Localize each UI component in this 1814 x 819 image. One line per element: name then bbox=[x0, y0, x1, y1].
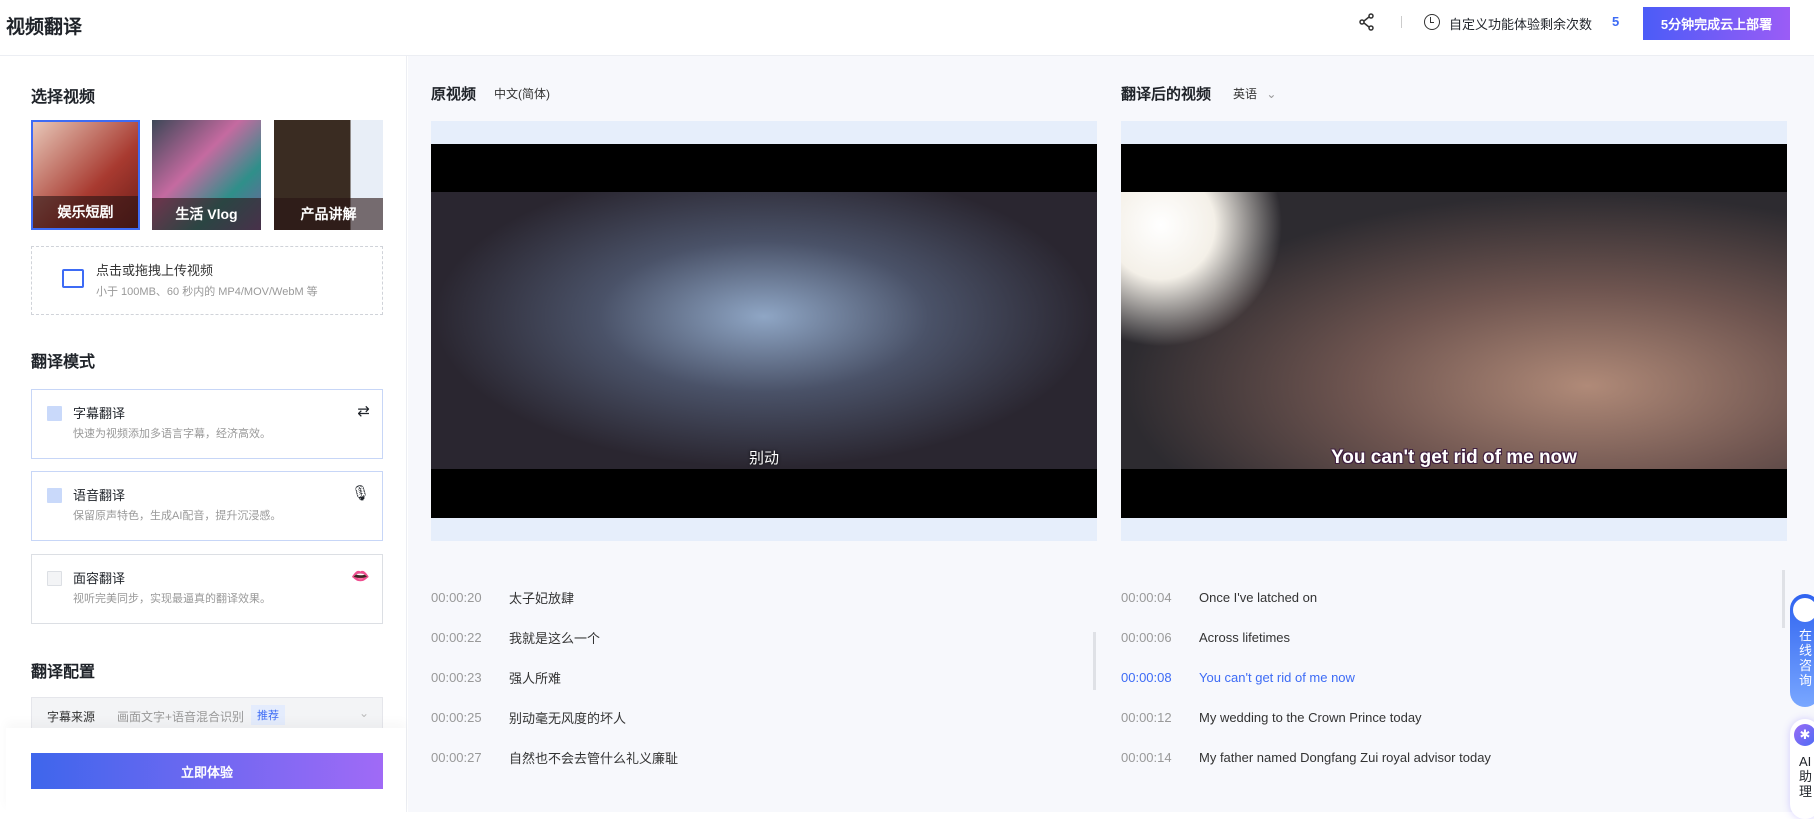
target-language-select[interactable]: 英语 ⌄ bbox=[1233, 85, 1276, 102]
thumbnail-product[interactable]: 产品讲解 bbox=[274, 120, 383, 230]
try-now-button[interactable]: 立即体验 bbox=[31, 753, 383, 789]
subtitle-row-active[interactable]: 00:00:08 You can't get rid of me now bbox=[1121, 657, 1741, 697]
microphone-icon: 🎙 bbox=[350, 485, 370, 502]
subtitle-text: 自然也不会去管什么礼义廉耻 bbox=[509, 750, 679, 766]
timestamp: 00:00:12 bbox=[1121, 709, 1172, 725]
upload-hint: 小于 100MB、60 秒内的 MP4/MOV/WebM 等 bbox=[96, 286, 318, 298]
timestamp: 00:00:14 bbox=[1121, 749, 1172, 765]
checkbox[interactable] bbox=[47, 571, 62, 586]
subtitle-text: 别动毫无风度的坏人 bbox=[509, 710, 627, 726]
left-panel: 选择视频 娱乐短剧 生活 Vlog 产品讲解 点击或拖拽上传视频 小于 100M… bbox=[6, 56, 407, 812]
translated-subtitle-list: 00:00:04 Once I've latched on 00:00:06 Acr… bbox=[1121, 577, 1741, 777]
ai-assistant-button[interactable]: ✱ AI助理 bbox=[1790, 719, 1814, 819]
video-subtitle: 别动 bbox=[748, 450, 779, 467]
subtitle-row[interactable]: 00:00:12 My wedding to the Crown Prince t… bbox=[1121, 697, 1741, 737]
original-title: 原视频 bbox=[431, 86, 477, 103]
scrollbar[interactable] bbox=[1093, 632, 1096, 690]
deploy-button[interactable]: 5分钟完成云上部署 bbox=[1643, 7, 1790, 40]
subtitle-row[interactable]: 00:00:25 别动毫无风度的坏人 bbox=[431, 697, 991, 737]
subtitle-text: 强人所难 bbox=[509, 670, 562, 686]
video-frame bbox=[431, 192, 1097, 469]
mode-desc: 保留原声特色，生成AI配音，提升沉浸感。 bbox=[73, 510, 282, 522]
sparkle-icon: ✱ bbox=[1794, 724, 1814, 746]
mode-name: 面容翻译 bbox=[73, 571, 126, 586]
mode-card-voice[interactable]: 语音翻译 保留原声特色，生成AI配音，提升沉浸感。 🎙 bbox=[31, 471, 383, 541]
subtitle-text: You can't get rid of me now bbox=[1199, 669, 1355, 685]
subtitle-row[interactable]: 00:00:20 太子妃放肆 bbox=[431, 577, 991, 617]
subtitle-row[interactable]: 00:00:14 My father named Dongfang Zui roy… bbox=[1121, 737, 1741, 777]
header: 视频翻译 自定义功能体验剩余次数 5 5分钟完成云上部署 bbox=[0, 0, 1814, 56]
video-frame bbox=[1121, 192, 1787, 469]
timestamp: 00:00:22 bbox=[431, 629, 482, 645]
thumbnail-label: 生活 Vlog bbox=[152, 198, 261, 230]
translated-title: 翻译后的视频 bbox=[1121, 86, 1212, 103]
original-subtitle-list: 00:00:20 太子妃放肆 00:00:22 我就是这么一个 00:00:23 强人… bbox=[431, 577, 991, 777]
avatar bbox=[1793, 598, 1814, 622]
mode-desc: 快速为视频添加多语言字幕，经济高效。 bbox=[73, 428, 271, 440]
clock-icon bbox=[1424, 14, 1440, 30]
select-video-title: 选择视频 bbox=[31, 89, 96, 106]
subtitle-text: 我就是这么一个 bbox=[509, 630, 601, 646]
quota-count: 5 bbox=[1612, 14, 1620, 29]
upload-dropzone[interactable]: 点击或拖拽上传视频 小于 100MB、60 秒内的 MP4/MOV/WebM 等 bbox=[31, 246, 383, 315]
mode-name: 字幕翻译 bbox=[73, 406, 126, 421]
timestamp: 00:00:23 bbox=[431, 669, 482, 685]
mode-card-face[interactable]: 面容翻译 视听完美同步，实现最逼真的翻译效果。 👄 bbox=[31, 554, 383, 624]
share-icon[interactable] bbox=[1358, 13, 1376, 31]
consult-label: 在线咨询 bbox=[1799, 628, 1813, 688]
recommend-badge: 推荐 bbox=[251, 705, 285, 725]
online-consult-button[interactable]: 在线咨询 bbox=[1790, 594, 1814, 707]
timestamp: 00:00:08 bbox=[1121, 669, 1172, 685]
config-value: 画面文字+语音混合识别 bbox=[117, 710, 245, 724]
subtitle-row[interactable]: 00:00:23 强人所难 bbox=[431, 657, 991, 697]
thumbnail-label: 产品讲解 bbox=[274, 198, 383, 230]
subtitle-row[interactable]: 00:00:04 Once I've latched on bbox=[1121, 577, 1741, 617]
mode-title: 翻译模式 bbox=[31, 354, 96, 371]
checkbox[interactable] bbox=[47, 406, 62, 421]
thumbnail-vlog[interactable]: 生活 Vlog bbox=[152, 120, 261, 230]
scrollbar[interactable] bbox=[1782, 570, 1785, 628]
divider bbox=[1401, 16, 1402, 28]
bottom-bar: 立即体验 bbox=[6, 728, 406, 812]
subtitle-row[interactable]: 00:00:27 自然也不会去管什么礼义廉耻 bbox=[431, 737, 991, 777]
subtitle-row[interactable]: 00:00:06 Across lifetimes bbox=[1121, 617, 1741, 657]
upload-title: 点击或拖拽上传视频 bbox=[96, 263, 214, 278]
config-title: 翻译配置 bbox=[31, 664, 96, 681]
chevron-down-icon: ⌄ bbox=[1266, 87, 1277, 101]
timestamp: 00:00:06 bbox=[1121, 629, 1172, 645]
checkbox[interactable] bbox=[47, 488, 62, 503]
timestamp: 00:00:04 bbox=[1121, 589, 1172, 605]
subtitle-text: My father named Dongfang Zui royal advis… bbox=[1199, 749, 1491, 765]
timestamp: 00:00:20 bbox=[431, 589, 482, 605]
original-video-player[interactable]: 别动 bbox=[431, 121, 1097, 541]
config-label: 字幕来源 bbox=[47, 710, 96, 724]
subtitle-text: Across lifetimes bbox=[1199, 629, 1291, 645]
timestamp: 00:00:25 bbox=[431, 709, 482, 725]
subtitle-translate-icon: ⇄ bbox=[357, 403, 370, 420]
original-language: 中文(简体) bbox=[494, 87, 550, 101]
main-area: 原视频 中文(简体) 别动 翻译后的视频 英语 ⌄ You can't get … bbox=[408, 56, 1814, 812]
video-subtitle: You can't get rid of me now bbox=[1331, 447, 1577, 468]
translated-video-player[interactable]: You can't get rid of me now bbox=[1121, 121, 1787, 541]
thumbnail-label: 娱乐短剧 bbox=[33, 196, 138, 228]
subtitle-row[interactable]: 00:00:22 我就是这么一个 bbox=[431, 617, 991, 657]
mode-desc: 视听完美同步，实现最逼真的翻译效果。 bbox=[73, 593, 271, 605]
mode-name: 语音翻译 bbox=[73, 488, 126, 503]
video-upload-icon bbox=[62, 269, 84, 288]
chevron-down-icon: ⌄ bbox=[359, 706, 370, 720]
thumbnail-drama[interactable]: 娱乐短剧 bbox=[31, 120, 140, 230]
page-title: 视频翻译 bbox=[6, 17, 83, 38]
ai-label: AI助理 bbox=[1799, 754, 1813, 799]
mode-card-subtitle[interactable]: 字幕翻译 快速为视频添加多语言字幕，经济高效。 ⇄ bbox=[31, 389, 383, 459]
subtitle-text: My wedding to the Crown Prince today bbox=[1199, 709, 1422, 725]
subtitle-text: 太子妃放肆 bbox=[509, 590, 575, 606]
timestamp: 00:00:27 bbox=[431, 749, 482, 765]
quota-label: 自定义功能体验剩余次数 bbox=[1449, 17, 1593, 32]
language-value: 英语 bbox=[1233, 87, 1258, 101]
subtitle-text: Once I've latched on bbox=[1199, 589, 1318, 605]
lips-icon: 👄 bbox=[351, 568, 370, 585]
